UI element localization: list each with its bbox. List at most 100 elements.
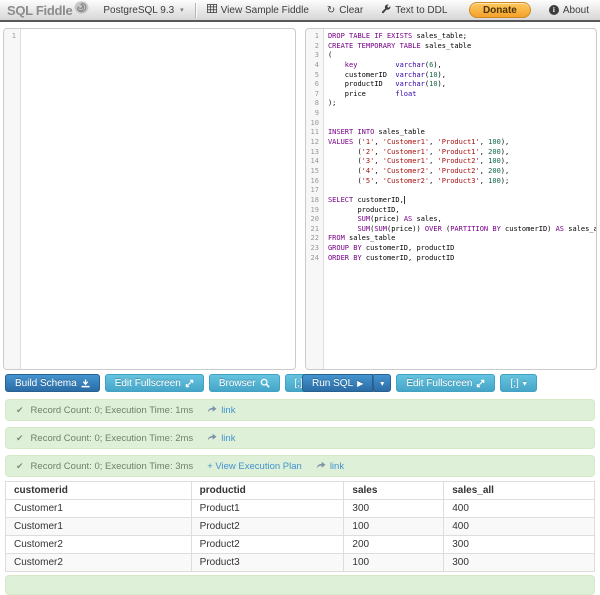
table-body: Customer1 Product1 300 400 Customer1 Product2… bbox=[5, 499, 595, 572]
refresh-icon: ↻ bbox=[326, 4, 336, 16]
code-line: price float bbox=[327, 89, 417, 98]
chevron-down-icon: ▾ bbox=[180, 7, 184, 14]
code-line: SUM(price) AS sales, bbox=[357, 215, 442, 224]
code-line: DROP TABLE IF EXISTS sales_table; bbox=[327, 32, 468, 40]
build-schema-button[interactable]: Build Schema bbox=[5, 374, 100, 392]
code-line: ('3', 'Customer1', 'Product2', 100), bbox=[327, 157, 510, 166]
code-line: GROUP BY customerID, productID bbox=[327, 244, 455, 253]
result-message: Record Count: 0; Execution Time: 2ms bbox=[30, 432, 194, 444]
table-row: Customer1 Product1 300 400 bbox=[5, 499, 595, 518]
run-sql-button[interactable]: Run SQL ▶ bbox=[302, 374, 374, 392]
share-arrow-icon bbox=[207, 405, 217, 416]
table-cell: Product2 bbox=[190, 535, 344, 554]
table-row: Customer2 Product2 200 300 bbox=[5, 535, 595, 554]
table-cell: 300 bbox=[443, 553, 595, 572]
app-title: SQL Fiddle bbox=[7, 2, 73, 18]
code-line: ORDER BY customerID, productID bbox=[327, 253, 455, 262]
success-check-icon: ✔ bbox=[16, 404, 24, 415]
view-execution-plan-link[interactable]: + View Execution Plan bbox=[207, 461, 302, 472]
magnifier-icon bbox=[260, 378, 270, 388]
editor-panels: 1 1 2 3 4 5 6 7 8 9 10 11 12 13 14 15 16 17 18 19 20 21 22 23 2… bbox=[0, 22, 600, 372]
query-result-bar: ✔ Record Count: 0; Execution Time: 1ms lin… bbox=[5, 399, 595, 421]
text-to-ddl-button[interactable]: Text to DDL bbox=[377, 3, 451, 17]
schema-buttons: Build Schema Edit Fullscreen Browser [;]… bbox=[3, 374, 321, 392]
chevron-down-icon: ▾ bbox=[380, 378, 385, 388]
query-gutter: 1 2 3 4 5 6 7 8 9 10 11 12 13 14 15 16 17 18 19 20 21 22 23 24 bbox=[305, 29, 324, 369]
table-cell: 200 bbox=[343, 535, 444, 554]
results-table: customerid productid sales sales_all Custom… bbox=[5, 481, 595, 572]
table-cell: Product3 bbox=[190, 553, 344, 572]
fullscreen-expand-icon bbox=[185, 379, 194, 388]
text-cursor bbox=[403, 195, 405, 204]
table-cell: Product1 bbox=[190, 499, 344, 518]
table-cell: 400 bbox=[443, 517, 595, 536]
code-line: ); bbox=[327, 99, 337, 108]
app-logo[interactable]: SQL Fiddle bbox=[7, 1, 89, 19]
column-header: sales bbox=[343, 481, 444, 500]
code-line: FROM sales_table bbox=[327, 234, 396, 243]
code-line: INSERT INTO sales_table bbox=[327, 128, 425, 137]
partial-result-bar bbox=[5, 575, 595, 595]
code-line: SUM(SUM(price)) OVER (PARTITION BY custo… bbox=[357, 224, 596, 233]
schema-browser-button[interactable]: Browser bbox=[208, 374, 280, 392]
share-arrow-icon bbox=[316, 461, 326, 472]
top-toolbar: SQL Fiddle PostgreSQL 9.3 ▾ View Sample … bbox=[0, 0, 600, 22]
query-result-bar: ✔ Record Count: 0; Execution Time: 3ms + V… bbox=[5, 455, 595, 477]
table-cell: 300 bbox=[343, 499, 444, 518]
fullscreen-expand-icon bbox=[476, 379, 485, 388]
schema-gutter: 1 bbox=[4, 29, 21, 369]
query-code[interactable]: DROP TABLE IF EXISTS sales_table; CREATE … bbox=[324, 29, 596, 369]
column-header: customerid bbox=[14, 485, 68, 496]
play-icon: ▶ bbox=[357, 378, 364, 388]
code-line: key varchar(6), bbox=[344, 60, 442, 69]
code-line: SELECT customerID, bbox=[327, 195, 405, 204]
result-link[interactable]: link bbox=[221, 433, 235, 444]
table-cell: Customer1 bbox=[5, 517, 192, 536]
table-cell: Customer2 bbox=[5, 535, 192, 554]
success-check-icon: ✔ bbox=[16, 432, 24, 443]
table-grid-icon bbox=[206, 4, 217, 16]
results-list: ✔ Record Count: 0; Execution Time: 1ms lin… bbox=[0, 399, 600, 477]
view-sample-fiddle-button[interactable]: View Sample Fiddle bbox=[203, 4, 313, 16]
result-message: Record Count: 0; Execution Time: 1ms bbox=[30, 404, 194, 416]
toolbar-divider bbox=[194, 2, 196, 18]
query-editor[interactable]: 1 2 3 4 5 6 7 8 9 10 11 12 13 14 15 16 17 18 19 20 21 22 23 24 … bbox=[304, 28, 597, 370]
table-row: Customer1 Product2 100 400 bbox=[5, 517, 595, 536]
table-cell: 100 bbox=[343, 517, 444, 536]
success-check-icon: ✔ bbox=[16, 460, 24, 471]
table-row: Customer2 Product3 100 300 bbox=[5, 553, 595, 572]
wrench-icon bbox=[381, 3, 391, 17]
code-line: ( bbox=[327, 51, 333, 60]
table-cell: Customer1 bbox=[5, 499, 192, 518]
column-header: sales_all bbox=[443, 481, 595, 500]
run-sql-dropdown-toggle[interactable]: ▾ bbox=[373, 374, 392, 392]
query-terminator-dropdown[interactable]: [;] ▾ bbox=[500, 374, 537, 392]
donate-button[interactable]: Donate bbox=[468, 2, 531, 18]
code-line: VALUES ('1', 'Customer1', 'Product1', 10… bbox=[327, 138, 510, 147]
code-line: ('2', 'Customer1', 'Product1', 200), bbox=[327, 147, 510, 156]
column-header: productid bbox=[190, 481, 344, 500]
table-cell: Customer2 bbox=[5, 553, 192, 572]
fiddle-swirl-icon bbox=[74, 1, 89, 19]
database-version-dropdown[interactable]: PostgreSQL 9.3 ▾ bbox=[99, 5, 187, 16]
code-line: ('4', 'Customer2', 'Product2', 200), bbox=[327, 166, 510, 175]
table-cell: 400 bbox=[443, 499, 595, 518]
clear-button[interactable]: ↻ Clear bbox=[323, 5, 367, 16]
download-icon bbox=[81, 378, 90, 388]
table-cell: 100 bbox=[343, 553, 444, 572]
query-edit-fullscreen-button[interactable]: Edit Fullscreen bbox=[396, 374, 496, 392]
table-cell: 300 bbox=[443, 535, 595, 554]
share-arrow-icon bbox=[207, 433, 217, 444]
schema-code[interactable] bbox=[21, 29, 295, 369]
schema-editor[interactable]: 1 bbox=[3, 28, 296, 370]
schema-edit-fullscreen-button[interactable]: Edit Fullscreen bbox=[104, 374, 204, 392]
query-result-bar: ✔ Record Count: 0; Execution Time: 2ms lin… bbox=[5, 427, 595, 449]
result-link[interactable]: link bbox=[221, 405, 235, 416]
table-header-row: customerid productid sales sales_all bbox=[6, 481, 595, 500]
about-button[interactable]: i About bbox=[545, 5, 593, 16]
run-sql-split-button: Run SQL ▶ ▾ bbox=[302, 374, 392, 392]
result-link[interactable]: link bbox=[330, 461, 344, 472]
